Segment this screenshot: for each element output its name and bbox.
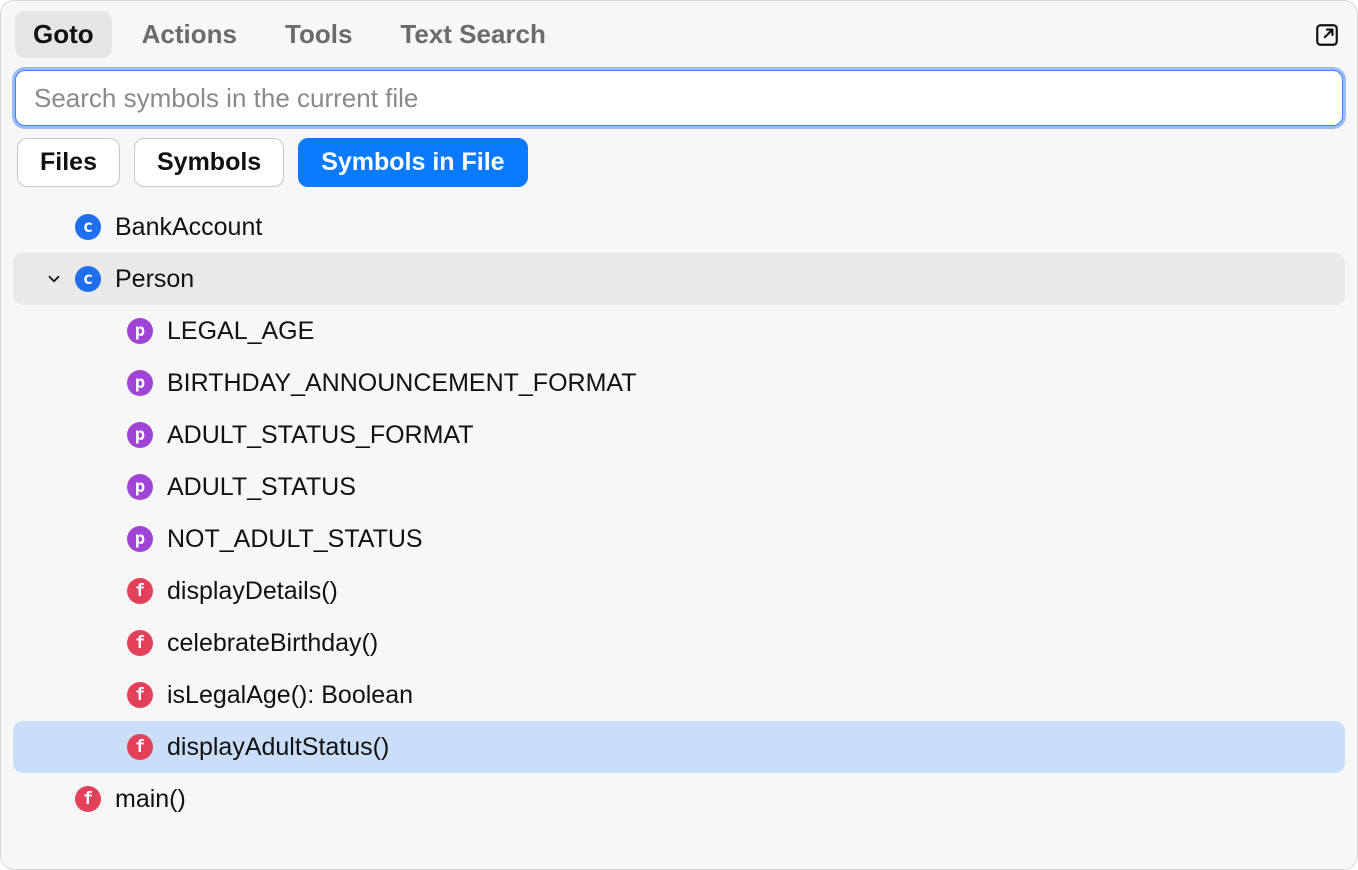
symbol-row[interactable]: f displayAdultStatus() xyxy=(13,721,1345,773)
tab-textsearch[interactable]: Text Search xyxy=(382,11,563,58)
property-icon: p xyxy=(127,370,153,396)
function-icon: f xyxy=(127,734,153,760)
symbol-row[interactable]: c BankAccount xyxy=(13,201,1345,253)
symbol-row[interactable]: f main() xyxy=(13,773,1345,825)
property-icon: p xyxy=(127,318,153,344)
symbol-label: ADULT_STATUS xyxy=(167,473,356,502)
popout-button[interactable] xyxy=(1311,19,1343,51)
symbol-row[interactable]: p BIRTHDAY_ANNOUNCEMENT_FORMAT xyxy=(13,357,1345,409)
symbol-label: displayAdultStatus() xyxy=(167,733,389,762)
property-icon: p xyxy=(127,422,153,448)
symbol-row[interactable]: c Person xyxy=(13,253,1345,305)
symbol-label: isLegalAge(): Boolean xyxy=(167,681,413,710)
search-input[interactable] xyxy=(15,70,1343,126)
filter-row: Files Symbols Symbols in File xyxy=(13,138,1345,201)
class-icon: c xyxy=(75,214,101,240)
symbol-row[interactable]: p LEGAL_AGE xyxy=(13,305,1345,357)
search-wrap xyxy=(13,66,1345,138)
symbol-label: LEGAL_AGE xyxy=(167,317,314,346)
tab-goto[interactable]: Goto xyxy=(15,11,112,58)
function-icon: f xyxy=(127,630,153,656)
tab-tools[interactable]: Tools xyxy=(267,11,370,58)
symbol-row[interactable]: f celebrateBirthday() xyxy=(13,617,1345,669)
goto-panel: Goto Actions Tools Text Search Files Sym… xyxy=(0,0,1358,870)
symbol-label: ADULT_STATUS_FORMAT xyxy=(167,421,474,450)
symbol-row[interactable]: f isLegalAge(): Boolean xyxy=(13,669,1345,721)
symbol-label: BIRTHDAY_ANNOUNCEMENT_FORMAT xyxy=(167,369,636,398)
tabs-row: Goto Actions Tools Text Search xyxy=(13,11,1345,66)
function-icon: f xyxy=(127,682,153,708)
function-icon: f xyxy=(75,786,101,812)
chevron-down-icon xyxy=(45,270,63,288)
symbol-label: celebrateBirthday() xyxy=(167,629,378,658)
symbol-label: Person xyxy=(115,265,194,294)
property-icon: p xyxy=(127,526,153,552)
symbol-row[interactable]: f displayDetails() xyxy=(13,565,1345,617)
symbol-row[interactable]: p ADULT_STATUS xyxy=(13,461,1345,513)
popout-icon xyxy=(1314,22,1340,48)
symbol-label: BankAccount xyxy=(115,213,262,242)
symbol-label: NOT_ADULT_STATUS xyxy=(167,525,423,554)
symbol-tree[interactable]: c BankAccount c Person p LEGAL_AGE p BIR… xyxy=(13,201,1345,857)
class-icon: c xyxy=(75,266,101,292)
property-icon: p xyxy=(127,474,153,500)
filter-symbolsinfile[interactable]: Symbols in File xyxy=(298,138,527,187)
filter-symbols[interactable]: Symbols xyxy=(134,138,284,187)
tab-actions[interactable]: Actions xyxy=(124,11,255,58)
function-icon: f xyxy=(127,578,153,604)
symbol-label: displayDetails() xyxy=(167,577,338,606)
symbol-label: main() xyxy=(115,785,186,814)
filter-files[interactable]: Files xyxy=(17,138,120,187)
symbol-row[interactable]: p ADULT_STATUS_FORMAT xyxy=(13,409,1345,461)
symbol-row[interactable]: p NOT_ADULT_STATUS xyxy=(13,513,1345,565)
disclosure-toggle[interactable] xyxy=(43,268,65,290)
